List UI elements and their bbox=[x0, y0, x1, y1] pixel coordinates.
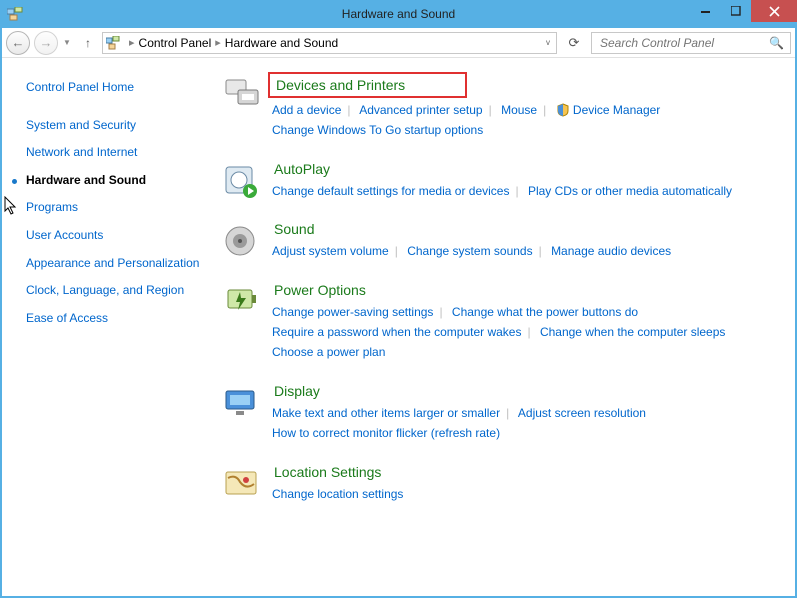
category-location-settings: Location Settings Change location settin… bbox=[222, 462, 775, 504]
sidebar-home[interactable]: Control Panel Home bbox=[26, 80, 202, 96]
sidebar-item-hardware-sound[interactable]: Hardware and Sound bbox=[26, 173, 202, 189]
location-settings-heading[interactable]: Location Settings bbox=[272, 462, 383, 482]
category-autoplay: AutoPlay Change default settings for med… bbox=[222, 159, 775, 201]
link-change-sounds[interactable]: Change system sounds bbox=[407, 244, 532, 258]
address-bar[interactable]: ▸ Control Panel ▸ Hardware and Sound v bbox=[102, 32, 557, 54]
category-devices-printers: Devices and Printers Add a device| Advan… bbox=[222, 72, 775, 141]
link-device-manager[interactable]: Device Manager bbox=[573, 103, 660, 117]
link-adjust-volume[interactable]: Adjust system volume bbox=[272, 244, 389, 258]
link-advanced-printer-setup[interactable]: Advanced printer setup bbox=[359, 103, 482, 117]
sidebar-item-ease-of-access[interactable]: Ease of Access bbox=[26, 311, 202, 327]
search-icon: 🔍 bbox=[769, 36, 784, 50]
link-windows-to-go[interactable]: Change Windows To Go startup options bbox=[272, 123, 483, 137]
sidebar-item-system-security[interactable]: System and Security bbox=[26, 118, 202, 134]
minimize-button[interactable] bbox=[691, 0, 721, 22]
display-icon bbox=[222, 383, 262, 423]
link-change-location[interactable]: Change location settings bbox=[272, 487, 403, 501]
link-require-password[interactable]: Require a password when the computer wak… bbox=[272, 325, 521, 339]
autoplay-heading[interactable]: AutoPlay bbox=[272, 159, 332, 179]
sound-heading[interactable]: Sound bbox=[272, 219, 316, 239]
autoplay-icon bbox=[222, 161, 262, 201]
window-title: Hardware and Sound bbox=[0, 7, 797, 21]
link-screen-resolution[interactable]: Adjust screen resolution bbox=[518, 406, 646, 420]
breadcrumb-hardware-sound[interactable]: Hardware and Sound bbox=[225, 36, 338, 50]
sidebar-item-clock-language[interactable]: Clock, Language, and Region bbox=[26, 283, 202, 299]
refresh-button[interactable]: ⟳ bbox=[563, 32, 585, 54]
category-display: Display Make text and other items larger… bbox=[222, 381, 775, 444]
sidebar-item-user-accounts[interactable]: User Accounts bbox=[26, 228, 202, 244]
link-choose-plan[interactable]: Choose a power plan bbox=[272, 345, 385, 359]
content-body: Control Panel Home System and Security N… bbox=[2, 58, 795, 596]
link-power-saving[interactable]: Change power-saving settings bbox=[272, 305, 433, 319]
power-options-heading[interactable]: Power Options bbox=[272, 280, 368, 300]
history-dropdown[interactable]: ▼ bbox=[62, 31, 72, 55]
category-power-options: Power Options Change power-saving settin… bbox=[222, 280, 775, 363]
sound-icon bbox=[222, 221, 262, 261]
window-controls bbox=[691, 0, 797, 22]
sidebar-item-appearance[interactable]: Appearance and Personalization bbox=[26, 256, 202, 272]
breadcrumb-control-panel[interactable]: Control Panel bbox=[139, 36, 212, 50]
shield-icon bbox=[556, 103, 570, 117]
breadcrumb-sep-icon[interactable]: ▸ bbox=[125, 36, 139, 49]
devices-printers-icon bbox=[222, 74, 262, 114]
sidebar: Control Panel Home System and Security N… bbox=[2, 58, 212, 596]
close-button[interactable] bbox=[751, 0, 797, 22]
link-manage-audio[interactable]: Manage audio devices bbox=[551, 244, 671, 258]
link-computer-sleeps[interactable]: Change when the computer sleeps bbox=[540, 325, 725, 339]
toolbar: ← → ▼ ↑ ▸ Control Panel ▸ Hardware and S… bbox=[2, 28, 795, 58]
link-power-buttons[interactable]: Change what the power buttons do bbox=[452, 305, 638, 319]
search-box[interactable]: 🔍 bbox=[591, 32, 791, 54]
link-monitor-flicker[interactable]: How to correct monitor flicker (refresh … bbox=[272, 426, 500, 440]
location-icon bbox=[105, 35, 123, 51]
category-sound: Sound Adjust system volume| Change syste… bbox=[222, 219, 775, 261]
titlebar: Hardware and Sound bbox=[0, 0, 797, 28]
breadcrumb-sep-icon[interactable]: ▸ bbox=[211, 36, 225, 49]
link-autoplay-defaults[interactable]: Change default settings for media or dev… bbox=[272, 184, 509, 198]
sidebar-item-programs[interactable]: Programs bbox=[26, 200, 202, 216]
forward-button[interactable]: → bbox=[34, 31, 58, 55]
control-panel-window: Hardware and Sound ← → ▼ ↑ ▸ Control Pan… bbox=[0, 0, 797, 598]
link-add-device[interactable]: Add a device bbox=[272, 103, 341, 117]
link-text-size[interactable]: Make text and other items larger or smal… bbox=[272, 406, 500, 420]
maximize-button[interactable] bbox=[721, 0, 751, 22]
app-icon bbox=[6, 6, 24, 22]
link-mouse[interactable]: Mouse bbox=[501, 103, 537, 117]
address-dropdown-icon[interactable]: v bbox=[542, 38, 554, 47]
location-settings-icon bbox=[222, 464, 262, 504]
main-content: Devices and Printers Add a device| Advan… bbox=[212, 58, 795, 596]
display-heading[interactable]: Display bbox=[272, 381, 322, 401]
power-options-icon bbox=[222, 282, 262, 322]
devices-printers-heading[interactable]: Devices and Printers bbox=[268, 72, 467, 98]
link-play-cds[interactable]: Play CDs or other media automatically bbox=[528, 184, 732, 198]
up-button[interactable]: ↑ bbox=[78, 33, 98, 53]
back-button[interactable]: ← bbox=[6, 31, 30, 55]
sidebar-item-network[interactable]: Network and Internet bbox=[26, 145, 202, 161]
search-input[interactable] bbox=[598, 35, 769, 51]
